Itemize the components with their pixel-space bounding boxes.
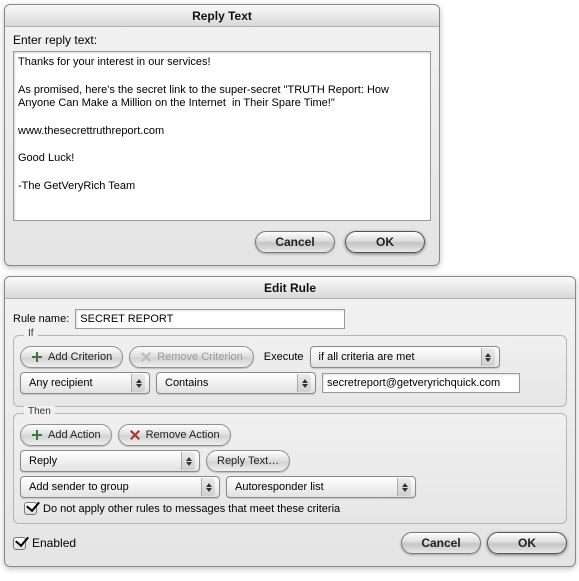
dialog-button-row: Cancel OK [13,221,431,257]
footer-row: Enabled Cancel OK [13,532,567,554]
enabled-label: Enabled [32,536,76,550]
remove-action-label: Remove Action [146,429,220,441]
rule-name-input[interactable] [75,309,345,329]
if-legend: If [24,328,38,339]
updown-icon [201,478,215,496]
plus-icon [31,351,43,363]
updown-icon [397,478,411,496]
then-legend: Then [24,406,55,417]
remove-criterion-label: Remove Criterion [157,351,243,363]
action1-popup[interactable]: Reply [20,450,200,472]
action-row-1: Reply Reply Text… [20,450,560,472]
updown-icon [481,348,495,366]
criterion-value-input[interactable] [322,373,520,393]
criterion-field-value: Any recipient [29,377,93,389]
criterion-field-popup[interactable]: Any recipient [20,372,150,394]
rule-name-row: Rule name: [13,309,567,329]
action1-value: Reply [29,455,57,467]
stop-rules-checkbox[interactable] [24,502,37,515]
add-action-label: Add Action [48,429,101,441]
dialog-title: Edit Rule [5,277,575,299]
action2-target-value: Autoresponder list [235,481,324,493]
remove-icon [140,351,152,363]
add-action-button[interactable]: Add Action [20,424,112,446]
execute-label: Execute [264,351,304,363]
if-group: If Add Criterion Remove Criterion Execut… [13,335,567,407]
action2-value: Add sender to group [29,481,129,493]
criterion-op-popup[interactable]: Contains [156,372,316,394]
remove-criterion-button[interactable]: Remove Criterion [129,346,254,368]
cancel-button[interactable]: Cancel [401,532,481,554]
enabled-checkbox[interactable] [13,537,26,550]
updown-icon [181,452,195,470]
reply-text-label: Reply Text… [217,455,279,467]
reply-textarea-wrap [13,51,431,221]
criterion-toolbar: Add Criterion Remove Criterion Execute i… [20,346,560,368]
reply-textarea[interactable] [16,54,428,218]
ok-button[interactable]: OK [345,231,425,253]
plus-icon [31,429,43,441]
ok-button[interactable]: OK [487,532,567,554]
add-criterion-button[interactable]: Add Criterion [20,346,123,368]
criterion-row: Any recipient Contains [20,372,560,394]
then-group: Then Add Action Remove Action Reply Repl… [13,413,567,524]
execute-value: if all criteria are met [319,351,415,363]
updown-icon [131,374,145,392]
action-row-2: Add sender to group Autoresponder list [20,476,560,498]
reply-text-button[interactable]: Reply Text… [206,450,290,472]
updown-icon [297,374,311,392]
add-criterion-label: Add Criterion [48,351,112,363]
stop-rules-row: Do not apply other rules to messages tha… [24,502,560,515]
prompt-label: Enter reply text: [13,33,431,47]
remove-icon [129,429,141,441]
cancel-button[interactable]: Cancel [255,231,335,253]
action-toolbar: Add Action Remove Action [20,424,560,446]
dialog-body: Rule name: If Add Criterion Remove Crite… [5,299,575,566]
execute-popup[interactable]: if all criteria are met [310,346,500,368]
stop-rules-label: Do not apply other rules to messages tha… [43,503,340,515]
action2-popup[interactable]: Add sender to group [20,476,220,498]
reply-text-dialog: Reply Text Enter reply text: Cancel OK [4,4,440,266]
edit-rule-dialog: Edit Rule Rule name: If Add Criterion Re… [4,276,576,567]
remove-action-button[interactable]: Remove Action [118,424,231,446]
enabled-row: Enabled [13,536,76,550]
dialog-title: Reply Text [5,5,439,27]
dialog-body: Enter reply text: Cancel OK [5,27,439,265]
rule-name-label: Rule name: [13,313,69,325]
action2-target-popup[interactable]: Autoresponder list [226,476,416,498]
criterion-op-value: Contains [165,377,208,389]
